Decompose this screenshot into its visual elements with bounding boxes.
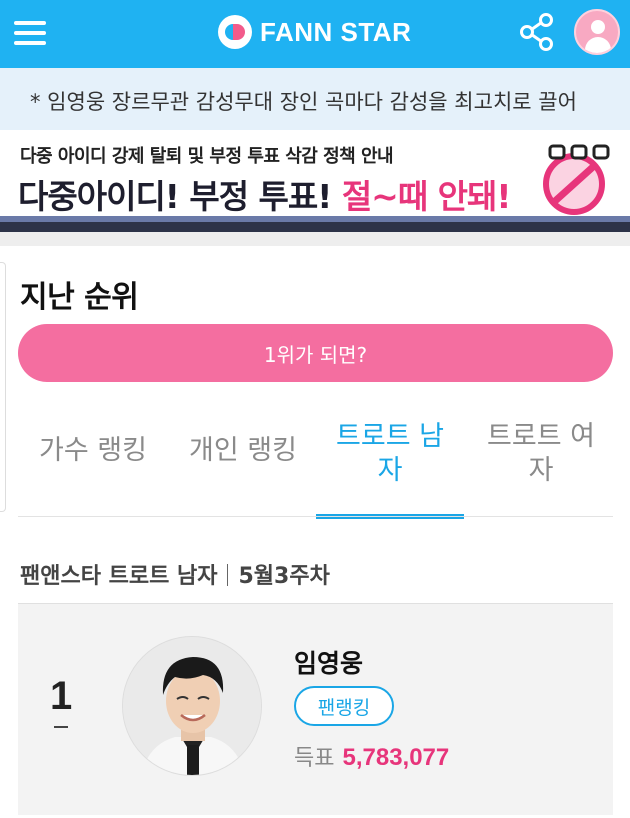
week-label: 5월3주차 <box>238 564 330 589</box>
tab-label-line2: 자 <box>528 455 554 486</box>
rank-number: 1 <box>50 674 73 718</box>
votes-label: 득표 <box>294 746 335 771</box>
banner-bottom-stripe <box>0 216 630 232</box>
rank-entry-card[interactable]: 1 임영웅 팬랭킹 득표 5,783,077 <box>18 603 613 815</box>
fannstar-logo[interactable]: FANN STAR <box>218 14 411 50</box>
tabs-divider <box>18 516 613 517</box>
tab-label: 개인 랭킹 <box>189 435 297 466</box>
fan-ranking-button[interactable]: 팬랭킹 <box>294 686 394 726</box>
hamburger-menu-icon[interactable] <box>14 18 48 48</box>
notice-text: * 임영웅 장르무관 감성무대 장인 곡마다 감성을 최고치로 끌어 <box>30 90 577 114</box>
tab-label-line1: 트로트 남 <box>336 421 444 452</box>
banner-headline-pink: 절~때 안돼! <box>341 177 512 216</box>
week-category: 팬앤스타 트로트 남자 <box>20 564 218 589</box>
week-heading: 팬앤스타 트로트 남자 5월3주차 <box>20 558 330 590</box>
banner-headline-dark: 다중아이디! 부정 투표! <box>18 177 342 216</box>
banner-headline: 다중아이디! 부정 투표! 절~때 안돼! <box>18 170 512 218</box>
share-icon[interactable] <box>518 12 556 52</box>
logo-text: FANN STAR <box>260 16 412 47</box>
no-entry-icon <box>536 138 624 218</box>
user-avatar-icon[interactable] <box>574 9 620 55</box>
logo-mark-icon <box>218 15 252 49</box>
notice-marquee[interactable]: * 임영웅 장르무관 감성무대 장인 곡마다 감성을 최고치로 끌어 <box>0 68 630 130</box>
tab-label-line2: 자 <box>377 455 403 486</box>
policy-banner[interactable]: 다중 아이디 강제 탈퇴 및 부정 투표 삭감 정책 안내 다중아이디! 부정 … <box>0 130 630 232</box>
week-separator <box>227 564 229 586</box>
artist-name: 임영웅 <box>294 649 364 678</box>
section-divider <box>0 232 630 246</box>
vote-count: 득표 5,783,077 <box>294 740 449 772</box>
tab-label: 가수 랭킹 <box>39 435 147 466</box>
page-title: 지난 순위 <box>20 280 139 315</box>
ranking-tabs: 가수 랭킹 개인 랭킹 트로트 남 자 트로트 여 자 <box>0 406 630 519</box>
tab-personal-ranking[interactable]: 개인 랭킹 <box>168 434 318 546</box>
become-first-button[interactable]: 1위가 되면? <box>18 324 613 382</box>
tab-singer-ranking[interactable]: 가수 랭킹 <box>18 434 168 546</box>
artist-photo[interactable] <box>122 636 262 776</box>
votes-value: 5,783,077 <box>342 744 450 771</box>
rank-change-indicator <box>54 726 68 728</box>
app-header: FANN STAR <box>0 0 630 68</box>
tab-label-line1: 트로트 여 <box>487 421 595 452</box>
banner-subtitle: 다중 아이디 강제 탈퇴 및 부정 투표 삭감 정책 안내 <box>20 146 394 167</box>
